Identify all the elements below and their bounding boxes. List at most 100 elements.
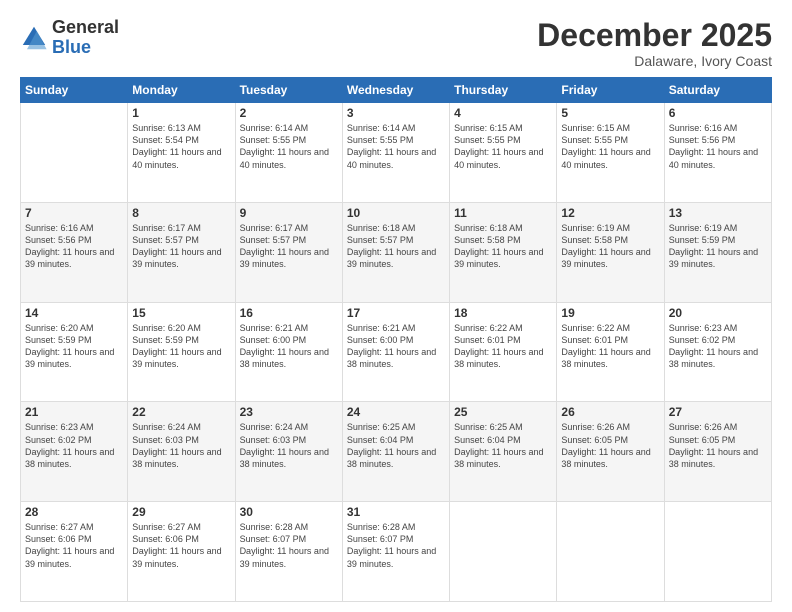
main-title: December 2025 (537, 18, 772, 53)
day-number: 24 (347, 405, 445, 419)
cell-info: Sunrise: 6:28 AMSunset: 6:07 PMDaylight:… (347, 521, 445, 570)
cell-info: Sunrise: 6:27 AMSunset: 6:06 PMDaylight:… (132, 521, 230, 570)
calendar-cell: 6 Sunrise: 6:16 AMSunset: 5:56 PMDaylight… (664, 103, 771, 203)
calendar-header-row: SundayMondayTuesdayWednesdayThursdayFrid… (21, 78, 772, 103)
cell-info: Sunrise: 6:14 AMSunset: 5:55 PMDaylight:… (347, 122, 445, 171)
logo-general: General (52, 18, 119, 38)
day-number: 9 (240, 206, 338, 220)
cell-info: Sunrise: 6:23 AMSunset: 6:02 PMDaylight:… (25, 421, 123, 470)
day-number: 15 (132, 306, 230, 320)
calendar-cell (450, 502, 557, 602)
calendar-cell: 11Sunrise: 6:18 AMSunset: 5:58 PMDayligh… (450, 202, 557, 302)
calendar-cell: 9 Sunrise: 6:17 AMSunset: 5:57 PMDaylight… (235, 202, 342, 302)
calendar-cell: 27Sunrise: 6:26 AMSunset: 6:05 PMDayligh… (664, 402, 771, 502)
day-number: 23 (240, 405, 338, 419)
header: General Blue December 2025 Dalaware, Ivo… (20, 18, 772, 69)
day-number: 13 (669, 206, 767, 220)
day-number: 12 (561, 206, 659, 220)
cell-info: Sunrise: 6:17 AMSunset: 5:57 PMDaylight:… (132, 222, 230, 271)
calendar-week-row: 7 Sunrise: 6:16 AMSunset: 5:56 PMDaylight… (21, 202, 772, 302)
day-number: 4 (454, 106, 552, 120)
cell-info: Sunrise: 6:24 AMSunset: 6:03 PMDaylight:… (132, 421, 230, 470)
day-number: 31 (347, 505, 445, 519)
calendar-day-header: Sunday (21, 78, 128, 103)
calendar-day-header: Thursday (450, 78, 557, 103)
calendar-cell: 5Sunrise: 6:15 AMSunset: 5:55 PMDaylight… (557, 103, 664, 203)
logo: General Blue (20, 18, 119, 58)
day-number: 29 (132, 505, 230, 519)
calendar-day-header: Friday (557, 78, 664, 103)
calendar-cell: 12 Sunrise: 6:19 AMSunset: 5:58 PMDayligh… (557, 202, 664, 302)
cell-info: Sunrise: 6:27 AMSunset: 6:06 PMDaylight:… (25, 521, 123, 570)
calendar-cell: 16Sunrise: 6:21 AMSunset: 6:00 PMDayligh… (235, 302, 342, 402)
day-number: 19 (561, 306, 659, 320)
calendar-week-row: 14Sunrise: 6:20 AMSunset: 5:59 PMDayligh… (21, 302, 772, 402)
cell-info: Sunrise: 6:20 AMSunset: 5:59 PMDaylight:… (25, 322, 123, 371)
day-number: 30 (240, 505, 338, 519)
cell-info: Sunrise: 6:18 AMSunset: 5:58 PMDaylight:… (454, 222, 552, 271)
day-number: 5 (561, 106, 659, 120)
page: General Blue December 2025 Dalaware, Ivo… (0, 0, 792, 612)
logo-blue: Blue (52, 38, 119, 58)
calendar-day-header: Monday (128, 78, 235, 103)
day-number: 22 (132, 405, 230, 419)
day-number: 20 (669, 306, 767, 320)
calendar-cell: 28 Sunrise: 6:27 AMSunset: 6:06 PMDayligh… (21, 502, 128, 602)
cell-info: Sunrise: 6:19 AMSunset: 5:59 PMDaylight:… (669, 222, 767, 271)
day-number: 1 (132, 106, 230, 120)
calendar-day-header: Saturday (664, 78, 771, 103)
day-number: 7 (25, 206, 123, 220)
logo-text: General Blue (52, 18, 119, 58)
cell-info: Sunrise: 6:14 AMSunset: 5:55 PMDaylight:… (240, 122, 338, 171)
calendar-cell: 4Sunrise: 6:15 AMSunset: 5:55 PMDaylight… (450, 103, 557, 203)
calendar-cell: 24 Sunrise: 6:25 AMSunset: 6:04 PMDayligh… (342, 402, 449, 502)
calendar-day-header: Tuesday (235, 78, 342, 103)
calendar-cell: 29 Sunrise: 6:27 AMSunset: 6:06 PMDayligh… (128, 502, 235, 602)
cell-info: Sunrise: 6:16 AMSunset: 5:56 PMDaylight:… (669, 122, 767, 171)
day-number: 26 (561, 405, 659, 419)
cell-info: Sunrise: 6:25 AMSunset: 6:04 PMDaylight:… (347, 421, 445, 470)
calendar-cell: 31 Sunrise: 6:28 AMSunset: 6:07 PMDayligh… (342, 502, 449, 602)
day-number: 10 (347, 206, 445, 220)
logo-icon (20, 24, 48, 52)
cell-info: Sunrise: 6:22 AMSunset: 6:01 PMDaylight:… (561, 322, 659, 371)
calendar-cell: 21 Sunrise: 6:23 AMSunset: 6:02 PMDayligh… (21, 402, 128, 502)
calendar-cell (557, 502, 664, 602)
calendar-cell: 19 Sunrise: 6:22 AMSunset: 6:01 PMDayligh… (557, 302, 664, 402)
calendar-cell: 23Sunrise: 6:24 AMSunset: 6:03 PMDayligh… (235, 402, 342, 502)
day-number: 17 (347, 306, 445, 320)
calendar-cell: 13 Sunrise: 6:19 AMSunset: 5:59 PMDayligh… (664, 202, 771, 302)
day-number: 2 (240, 106, 338, 120)
cell-info: Sunrise: 6:28 AMSunset: 6:07 PMDaylight:… (240, 521, 338, 570)
cell-info: Sunrise: 6:16 AMSunset: 5:56 PMDaylight:… (25, 222, 123, 271)
day-number: 8 (132, 206, 230, 220)
cell-info: Sunrise: 6:23 AMSunset: 6:02 PMDaylight:… (669, 322, 767, 371)
cell-info: Sunrise: 6:20 AMSunset: 5:59 PMDaylight:… (132, 322, 230, 371)
calendar-week-row: 1Sunrise: 6:13 AMSunset: 5:54 PMDaylight… (21, 103, 772, 203)
calendar-cell: 14Sunrise: 6:20 AMSunset: 5:59 PMDayligh… (21, 302, 128, 402)
calendar-cell: 18Sunrise: 6:22 AMSunset: 6:01 PMDayligh… (450, 302, 557, 402)
calendar-cell: 1Sunrise: 6:13 AMSunset: 5:54 PMDaylight… (128, 103, 235, 203)
day-number: 28 (25, 505, 123, 519)
calendar-cell: 2 Sunrise: 6:14 AMSunset: 5:55 PMDaylight… (235, 103, 342, 203)
calendar-table: SundayMondayTuesdayWednesdayThursdayFrid… (20, 77, 772, 602)
cell-info: Sunrise: 6:21 AMSunset: 6:00 PMDaylight:… (240, 322, 338, 371)
calendar-week-row: 21 Sunrise: 6:23 AMSunset: 6:02 PMDayligh… (21, 402, 772, 502)
cell-info: Sunrise: 6:19 AMSunset: 5:58 PMDaylight:… (561, 222, 659, 271)
day-number: 21 (25, 405, 123, 419)
calendar-cell: 7 Sunrise: 6:16 AMSunset: 5:56 PMDaylight… (21, 202, 128, 302)
calendar-cell: 20 Sunrise: 6:23 AMSunset: 6:02 PMDayligh… (664, 302, 771, 402)
calendar-week-row: 28 Sunrise: 6:27 AMSunset: 6:06 PMDayligh… (21, 502, 772, 602)
calendar-cell: 10 Sunrise: 6:18 AMSunset: 5:57 PMDayligh… (342, 202, 449, 302)
cell-info: Sunrise: 6:18 AMSunset: 5:57 PMDaylight:… (347, 222, 445, 271)
cell-info: Sunrise: 6:25 AMSunset: 6:04 PMDaylight:… (454, 421, 552, 470)
calendar-cell: 26Sunrise: 6:26 AMSunset: 6:05 PMDayligh… (557, 402, 664, 502)
day-number: 6 (669, 106, 767, 120)
calendar-cell: 30 Sunrise: 6:28 AMSunset: 6:07 PMDayligh… (235, 502, 342, 602)
calendar-cell: 8 Sunrise: 6:17 AMSunset: 5:57 PMDaylight… (128, 202, 235, 302)
cell-info: Sunrise: 6:22 AMSunset: 6:01 PMDaylight:… (454, 322, 552, 371)
cell-info: Sunrise: 6:26 AMSunset: 6:05 PMDaylight:… (669, 421, 767, 470)
cell-info: Sunrise: 6:21 AMSunset: 6:00 PMDaylight:… (347, 322, 445, 371)
title-area: December 2025 Dalaware, Ivory Coast (537, 18, 772, 69)
cell-info: Sunrise: 6:17 AMSunset: 5:57 PMDaylight:… (240, 222, 338, 271)
